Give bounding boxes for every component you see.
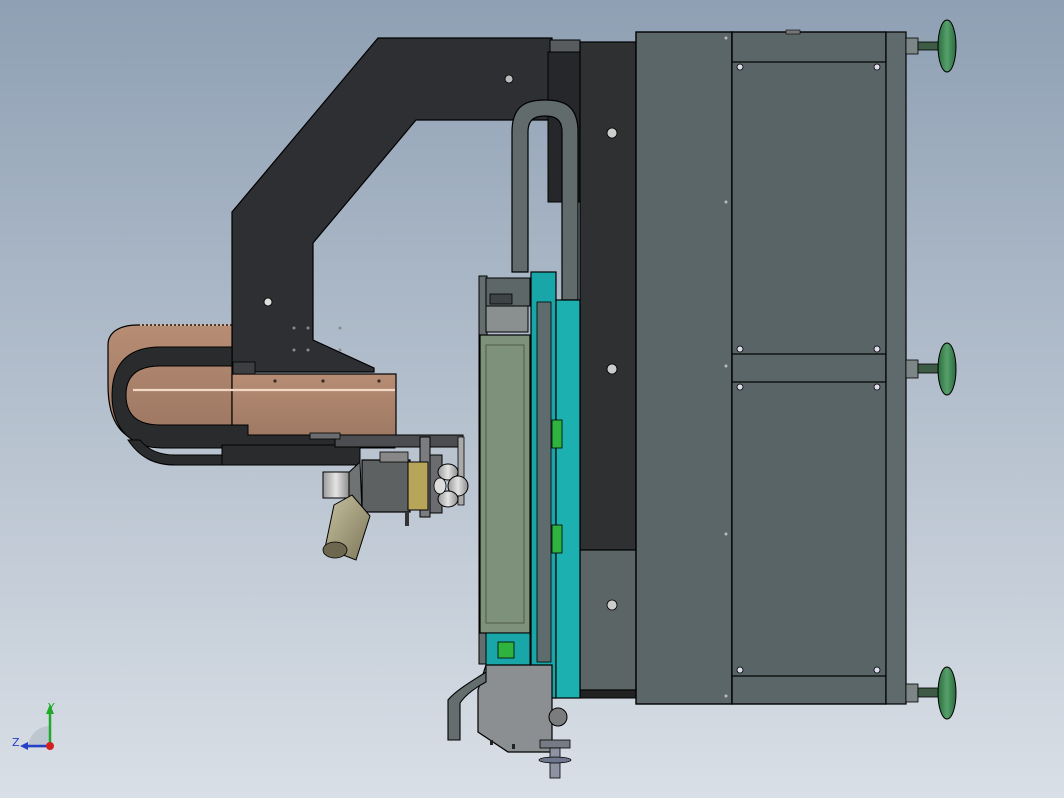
y-axis-label: Y [47, 701, 55, 714]
bolt-hole [504, 74, 514, 84]
model-canvas[interactable]: Y Z [0, 0, 1064, 798]
bolt-hole [606, 599, 618, 611]
bolt-hole [606, 363, 618, 375]
cyan-linear-guide[interactable] [530, 271, 581, 699]
x-axis-dot [46, 742, 54, 750]
cad-viewport[interactable]: Y Z [0, 0, 1064, 798]
cabinet-door-lower[interactable] [731, 381, 887, 677]
z-axis-label: Z [12, 736, 20, 749]
bolt-hole [263, 297, 273, 307]
green-marker [551, 524, 563, 554]
bolt-hole [606, 127, 618, 139]
green-marker [497, 641, 515, 659]
inlet-pipe [322, 471, 350, 499]
main-column[interactable] [579, 41, 637, 699]
green-marker [551, 419, 563, 449]
carriage-panel [479, 334, 531, 634]
electrical-cabinet[interactable] [635, 29, 907, 705]
cabinet-door-upper[interactable] [731, 61, 887, 355]
